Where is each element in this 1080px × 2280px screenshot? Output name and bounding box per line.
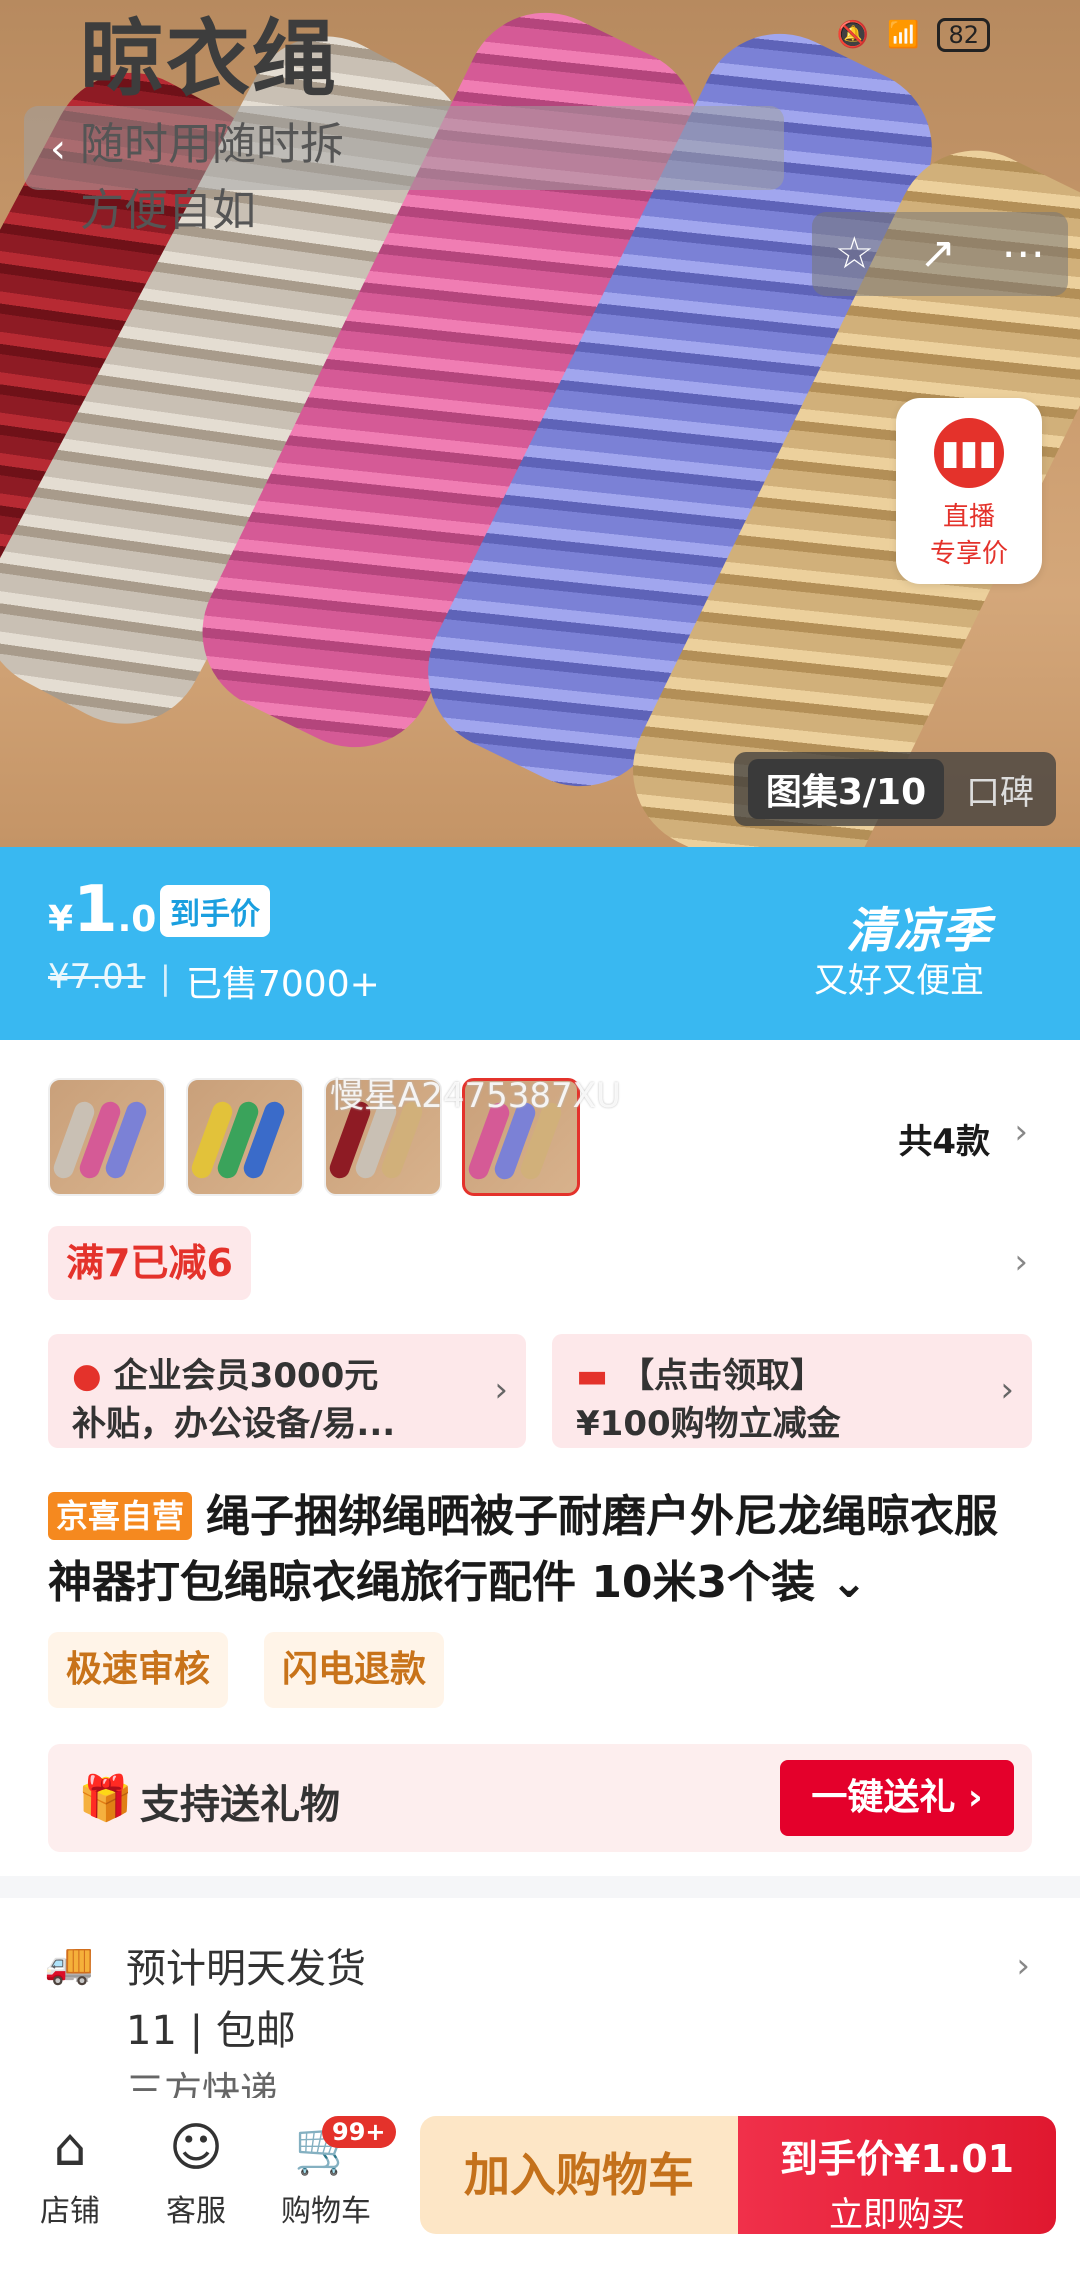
variant-thumb[interactable] xyxy=(48,1078,166,1196)
section-divider xyxy=(0,1876,1080,1898)
buy-price-label: 到手价¥1.01 xyxy=(779,2137,1015,2181)
store-icon: ⌂ xyxy=(53,2118,87,2178)
chevron-right-icon[interactable]: › xyxy=(1014,1112,1028,1152)
price-separator: | xyxy=(160,959,171,997)
shipping-fee: 11 | 包邮 xyxy=(126,2008,296,2054)
star-icon[interactable]: ☆ xyxy=(835,232,874,276)
original-price: ¥7.01 xyxy=(48,957,146,997)
coupon-enterprise[interactable]: ● 企业会员3000元 补贴，办公设备/易... › xyxy=(48,1334,526,1448)
more-icon[interactable]: ⋯ xyxy=(1001,232,1045,276)
coupon-line2: 补贴，办公设备/易... xyxy=(72,1404,396,1444)
season-title: 清凉季 xyxy=(845,903,990,959)
coupon-line2: ¥100购物立减金 xyxy=(576,1404,841,1444)
status-bar: 🔕 📶 82 xyxy=(837,18,990,52)
price-currency: ¥ xyxy=(48,899,74,940)
product-title-block[interactable]: 京喜自营 绳子捆绑绳晒被子耐磨户外尼龙绳晾衣服神器打包绳晾衣绳旅行配件 10米3个… xyxy=(48,1484,1038,1616)
buy-now-button[interactable]: 到手价¥1.01 立即购买 xyxy=(738,2116,1056,2235)
user-icon: ● xyxy=(72,1356,102,1396)
bottom-action-bar: ⌂ 店铺 ☺ 客服 🛒 购物车 99+ 加入购物车 到手价¥1.01 立即购买 xyxy=(0,2098,1080,2280)
price-tag: 到手价 xyxy=(160,885,270,937)
live-label: 直播 xyxy=(942,502,995,532)
variant-count[interactable]: 共4款 xyxy=(898,1114,990,1163)
mute-icon: 🔕 xyxy=(836,20,870,50)
chevron-left-icon[interactable]: ‹ xyxy=(50,126,66,172)
hero-subtitle-2: 方便自如 xyxy=(80,185,256,236)
gift-row: 🎁 支持送礼物 一键送礼 › xyxy=(48,1744,1032,1852)
live-icon: ▮▮▮ xyxy=(934,418,1004,488)
service-tab[interactable]: ☺ 客服 xyxy=(146,2118,246,2230)
chevron-right-icon: › xyxy=(494,1370,508,1410)
shop-tab[interactable]: ⌂ 店铺 xyxy=(20,2118,120,2230)
cart-badge: 99+ xyxy=(322,2116,396,2148)
tag-fast-review: 极速审核 xyxy=(48,1632,229,1708)
buy-now-label: 立即购买 xyxy=(829,2195,965,2235)
price-banner: ¥ 1 .01 到手价 ¥7.01 | 已售7000+ 清凉季 又好又便宜 xyxy=(0,847,1080,1040)
variant-thumb[interactable] xyxy=(186,1078,304,1196)
hero-title: 晾衣绳 xyxy=(80,10,339,108)
cart-label: 购物车 xyxy=(281,2194,371,2229)
chat-icon: ☺ xyxy=(168,2118,224,2178)
tab-reviews[interactable]: 口碑 xyxy=(944,765,1056,814)
watermark: 慢星A2475387XU xyxy=(330,1076,621,1116)
gallery-switch: 图集3/10 口碑 xyxy=(734,752,1056,826)
tag-flash-refund: 闪电退款 xyxy=(264,1632,445,1708)
service-label: 客服 xyxy=(166,2194,226,2229)
chevron-right-icon: › xyxy=(1000,1370,1014,1410)
shop-label: 店铺 xyxy=(40,2194,100,2229)
product-hero-image[interactable]: 晾衣绳 🔕 📶 82 ‹ ☆ ↗ ⋯ 随时用随时拆 方便自如 ▮▮▮ 直播 专享… xyxy=(0,0,1080,847)
gift-icon: 🎁 xyxy=(78,1773,133,1824)
shipping-estimate[interactable]: 预计明天发货 xyxy=(126,1936,366,1994)
live-sublabel: 专享价 xyxy=(929,539,1008,569)
live-price-card[interactable]: ▮▮▮ 直播 专享价 xyxy=(896,398,1042,584)
coupon-claim[interactable]: ▬ 【点击领取】 ¥100购物立减金 › xyxy=(552,1334,1032,1448)
promo-badge[interactable]: 满7已减6 xyxy=(48,1226,251,1300)
coupon-line1: 【点击领取】 xyxy=(620,1356,825,1396)
add-to-cart-button[interactable]: 加入购物车 xyxy=(420,2116,738,2234)
chevron-right-icon[interactable]: › xyxy=(1016,1946,1030,1986)
hero-subtitle-1: 随时用随时拆 xyxy=(80,119,344,170)
send-gift-button[interactable]: 一键送礼 › xyxy=(780,1760,1014,1836)
chevron-right-icon[interactable]: › xyxy=(1014,1242,1028,1282)
wifi-icon: 📶 xyxy=(887,20,920,50)
gift-label: 支持送礼物 xyxy=(140,1782,340,1828)
card-icon: ▬ xyxy=(576,1356,609,1396)
sold-count: 已售7000+ xyxy=(186,964,380,1005)
battery-indicator: 82 xyxy=(937,18,990,52)
self-operated-badge: 京喜自营 xyxy=(48,1492,193,1540)
chevron-down-icon[interactable]: ⌄ xyxy=(815,1557,867,1608)
coupon-line1: 企业会员3000元 xyxy=(113,1356,379,1396)
action-pill: ☆ ↗ ⋯ xyxy=(812,212,1068,296)
share-icon[interactable]: ↗ xyxy=(919,232,956,276)
season-subtitle: 又好又便宜 xyxy=(814,961,984,1001)
tab-gallery[interactable]: 图集3/10 xyxy=(748,759,944,819)
truck-icon: 🚚 xyxy=(44,1941,94,1987)
price-integer: 1 xyxy=(73,873,118,947)
